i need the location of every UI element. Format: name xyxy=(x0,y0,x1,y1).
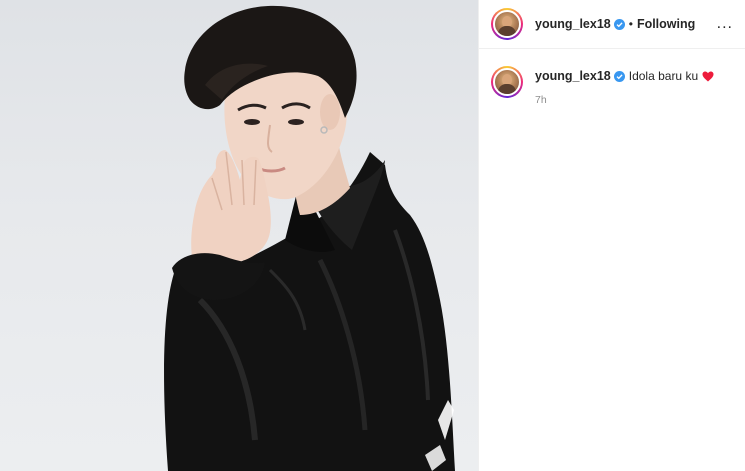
verified-badge-icon xyxy=(613,18,625,30)
post-timestamp[interactable]: 7h xyxy=(535,94,714,106)
following-button[interactable]: Following xyxy=(637,17,695,31)
post-photo[interactable] xyxy=(0,0,478,471)
caption-username[interactable]: young_lex18 xyxy=(535,69,611,83)
red-heart-icon xyxy=(702,71,714,81)
profile-avatar[interactable] xyxy=(491,8,523,40)
portrait-illustration xyxy=(164,5,455,471)
caption-avatar[interactable] xyxy=(491,66,523,98)
more-options-icon[interactable]: ... xyxy=(717,16,733,32)
author-username[interactable]: young_lex18 xyxy=(535,17,611,31)
separator-dot: • xyxy=(628,17,633,31)
post-sidebar: young_lex18 • Following ... young_lex18 xyxy=(478,0,745,471)
caption-text: Idola baru ku xyxy=(628,69,699,83)
avatar-image xyxy=(493,10,521,38)
verified-badge-icon xyxy=(613,70,625,82)
post-header: young_lex18 • Following ... xyxy=(479,0,745,49)
instagram-post: young_lex18 • Following ... young_lex18 xyxy=(0,0,745,471)
caption-body: young_lex18 Idola baru ku 7h xyxy=(535,66,714,106)
avatar-image xyxy=(493,68,521,96)
caption-comment: young_lex18 Idola baru ku 7h xyxy=(479,49,745,106)
caption-line: young_lex18 Idola baru ku xyxy=(535,69,714,83)
